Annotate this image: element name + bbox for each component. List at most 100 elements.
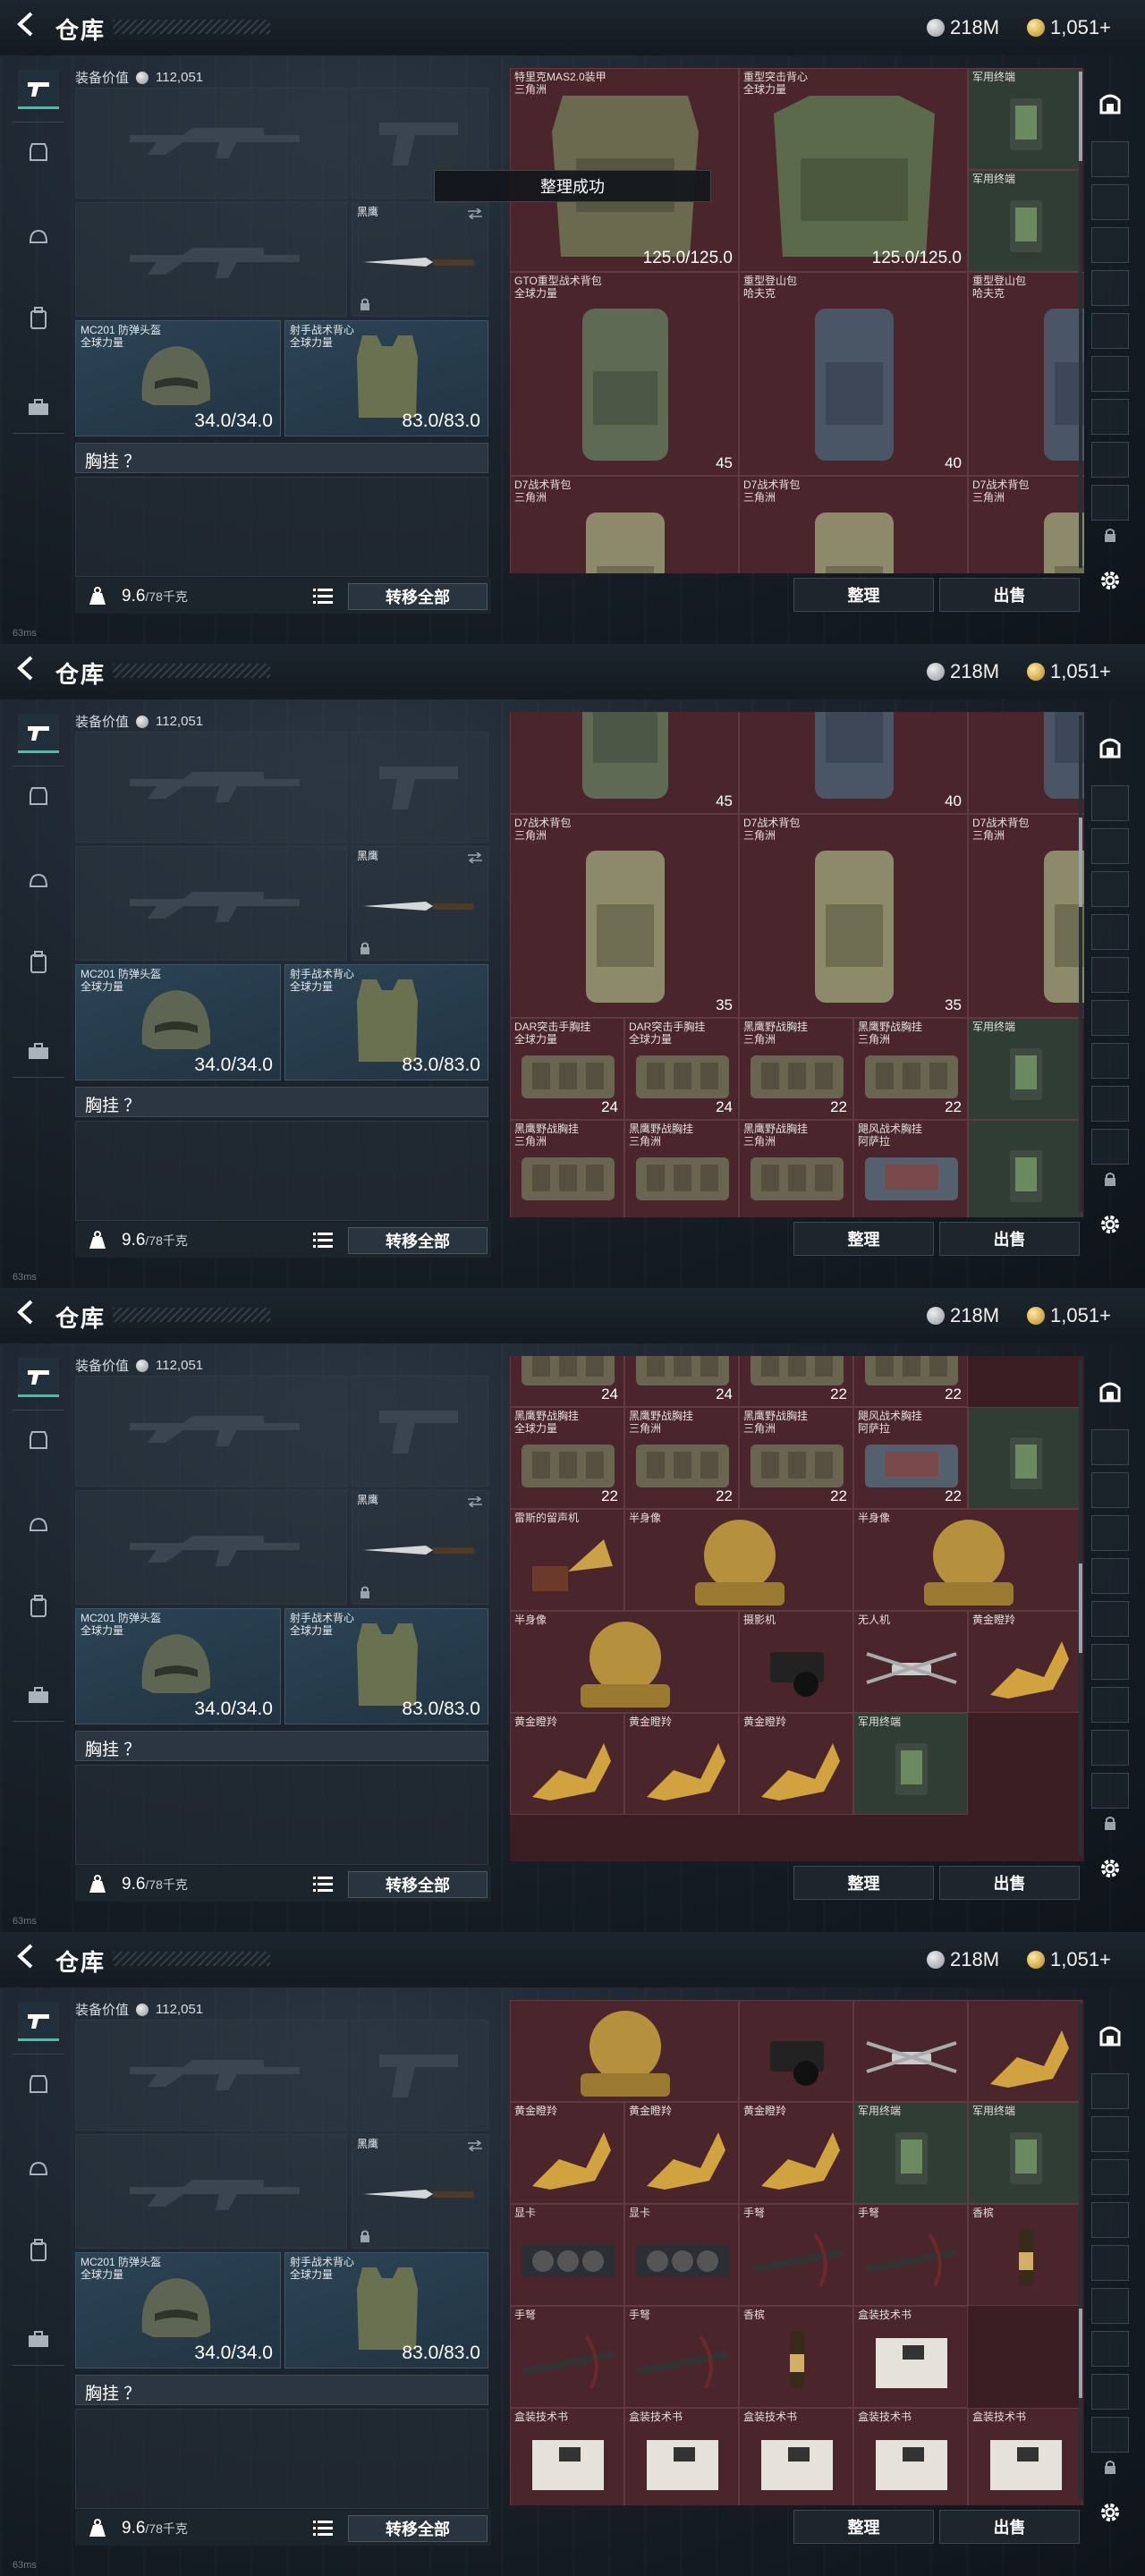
- container-slot[interactable]: [1091, 1086, 1129, 1122]
- secondary-weapon-slot[interactable]: [75, 1490, 347, 1605]
- helmet-slot[interactable]: MC201 防弹头盔 全球力量 34.0/34.0: [75, 1608, 281, 1724]
- container-slot[interactable]: [1091, 1558, 1129, 1594]
- melee-slot[interactable]: 黑鹰: [352, 846, 488, 961]
- container-slot[interactable]: [1091, 141, 1129, 177]
- inventory-item[interactable]: [968, 1120, 1082, 1217]
- inventory-item[interactable]: [968, 2000, 1082, 2102]
- inventory-item[interactable]: 军用终端: [968, 170, 1082, 272]
- inventory-item[interactable]: GTO重型战术背包 全球力量 45: [510, 272, 739, 476]
- grid-scroll-thumb[interactable]: [1079, 1563, 1082, 1653]
- nav-armor[interactable]: [18, 132, 59, 172]
- melee-slot[interactable]: 黑鹰: [352, 202, 488, 317]
- inventory-item[interactable]: 半身像: [853, 1509, 1082, 1611]
- inventory-item[interactable]: 黄金瞪羚: [510, 2102, 624, 2204]
- gold-currency[interactable]: 1,051+: [1027, 16, 1111, 39]
- container-slot[interactable]: [1091, 485, 1129, 521]
- silver-currency[interactable]: 218M: [927, 1304, 999, 1327]
- swap-icon[interactable]: [467, 1496, 483, 1507]
- inventory-item[interactable]: 45: [510, 712, 739, 814]
- warehouse-grid[interactable]: 黄金瞪羚 黄金瞪羚 黄金瞪羚 军用终端 军用终端 显卡 显卡 手弩 手弩 香槟 手弩 手弩 香槟 盒装技术…: [510, 2000, 1084, 2505]
- chest-rig-slot[interactable]: 胸挂 ？: [75, 2375, 488, 2405]
- nav-armor[interactable]: [18, 776, 59, 816]
- container-slot[interactable]: [1091, 1129, 1129, 1165]
- list-icon[interactable]: [313, 2519, 333, 2537]
- container-slot[interactable]: [1091, 957, 1129, 993]
- inventory-item[interactable]: 摄影机: [739, 1611, 853, 1713]
- melee-slot[interactable]: 黑鹰: [352, 2134, 488, 2249]
- nav-weapons[interactable]: [18, 2002, 59, 2041]
- transfer-all-button[interactable]: 转移全部: [348, 1871, 488, 1898]
- inventory-item[interactable]: 飓风战术胸挂 阿萨拉: [853, 1120, 968, 1217]
- chevron-left-icon[interactable]: [14, 11, 38, 38]
- gold-currency[interactable]: 1,051+: [1027, 1304, 1111, 1327]
- inventory-item[interactable]: 黑鹰野战胸挂 三角洲 22: [739, 1407, 853, 1509]
- inventory-item[interactable]: 盒装技术书: [510, 2408, 624, 2505]
- primary-weapon-slot[interactable]: [75, 88, 347, 199]
- inventory-item[interactable]: 半身像: [510, 1611, 739, 1713]
- secondary-weapon-slot[interactable]: [75, 846, 347, 961]
- inventory-item[interactable]: 军用终端: [853, 1713, 968, 1815]
- pistol-slot[interactable]: [352, 732, 488, 843]
- list-icon[interactable]: [313, 587, 333, 605]
- sell-button[interactable]: 出售: [939, 1222, 1080, 1256]
- pistol-slot[interactable]: [352, 1376, 488, 1487]
- inventory-item[interactable]: D7战术背包 三角洲35: [739, 814, 968, 1018]
- nav-weapons[interactable]: [18, 714, 59, 753]
- inventory-item[interactable]: 黑鹰野战胸挂 三角洲 22: [624, 1407, 739, 1509]
- inventory-item[interactable]: [510, 2000, 739, 2102]
- nav-case[interactable]: [18, 388, 59, 428]
- inventory-item[interactable]: 黑鹰野战胸挂 三角洲 22: [739, 1018, 853, 1120]
- container-slot[interactable]: [1091, 871, 1129, 907]
- inventory-item[interactable]: 显卡: [510, 2204, 624, 2306]
- sell-button[interactable]: 出售: [939, 2510, 1080, 2544]
- container-slot[interactable]: [1091, 1429, 1129, 1465]
- inventory-item[interactable]: D7战术背包 三角洲35: [968, 814, 1084, 1018]
- inventory-item[interactable]: 盒装技术书: [853, 2306, 968, 2408]
- inventory-item[interactable]: 黑鹰野战胸挂 三角洲: [510, 1120, 624, 1217]
- inventory-item[interactable]: D7战术背包 三角洲: [968, 476, 1084, 573]
- container-slot[interactable]: [1091, 184, 1129, 220]
- inventory-item[interactable]: 黑鹰野战胸挂 全球力量 22: [510, 1407, 624, 1509]
- primary-weapon-slot[interactable]: [75, 732, 347, 843]
- transfer-all-button[interactable]: 转移全部: [348, 583, 488, 610]
- grid-scroll-thumb[interactable]: [1079, 2309, 1082, 2399]
- sort-button[interactable]: 整理: [793, 578, 934, 612]
- grid-scroll-thumb[interactable]: [1079, 817, 1082, 907]
- inventory-item[interactable]: [739, 2000, 853, 2102]
- inventory-item[interactable]: 手弩: [624, 2306, 739, 2408]
- inventory-item[interactable]: 黄金瞪羚: [624, 2102, 739, 2204]
- inventory-item[interactable]: [968, 1407, 1082, 1509]
- container-slot[interactable]: [1091, 1043, 1129, 1079]
- inventory-item[interactable]: 手弩: [739, 2204, 853, 2306]
- swap-icon[interactable]: [467, 852, 483, 863]
- nav-helmet[interactable]: [18, 862, 59, 902]
- container-slot[interactable]: [1091, 227, 1129, 263]
- container-slot[interactable]: [1091, 2116, 1129, 2152]
- vest-slot[interactable]: 射手战术背心 全球力量 83.0/83.0: [284, 320, 488, 436]
- nav-helmet[interactable]: [18, 1506, 59, 1546]
- sort-button[interactable]: 整理: [793, 1222, 934, 1256]
- inventory-item[interactable]: 盒装技术书: [853, 2408, 968, 2505]
- warehouse-grid[interactable]: 特里克MAS2.0装甲 三角洲 125.0/125.0 重型突击背心 全球力量 125…: [510, 68, 1084, 573]
- inventory-item[interactable]: 军用终端: [968, 2102, 1082, 2204]
- sort-button[interactable]: 整理: [793, 1866, 934, 1900]
- warehouse-grid[interactable]: 24 24 22 22 黑鹰野战胸挂 全球力量 22 黑鹰野战胸挂 三角洲 22 黑鹰野战胸挂 …: [510, 1356, 1084, 1861]
- container-slot[interactable]: [1091, 914, 1129, 950]
- inventory-item[interactable]: 香槟: [739, 2306, 853, 2408]
- safe-box-button[interactable]: [1088, 80, 1132, 125]
- container-slot[interactable]: [1091, 2374, 1129, 2410]
- inventory-item[interactable]: 军用终端: [853, 2102, 968, 2204]
- nav-case[interactable]: [18, 1676, 59, 1716]
- container-slot[interactable]: [1091, 270, 1129, 306]
- container-slot[interactable]: [1091, 1472, 1129, 1508]
- inventory-item[interactable]: 盒装技术书: [739, 2408, 853, 2505]
- pistol-slot[interactable]: [352, 2020, 488, 2131]
- inventory-item[interactable]: 24: [510, 1356, 624, 1407]
- nav-backpack[interactable]: [18, 2231, 59, 2270]
- chevron-left-icon[interactable]: [14, 655, 38, 682]
- grid-scrollbar[interactable]: [1079, 2004, 1082, 2500]
- container-slot[interactable]: [1091, 1644, 1129, 1680]
- grid-scroll-thumb[interactable]: [1079, 72, 1082, 161]
- container-slot[interactable]: [1091, 828, 1129, 864]
- inventory-item[interactable]: 黄金瞪羚: [968, 1611, 1082, 1713]
